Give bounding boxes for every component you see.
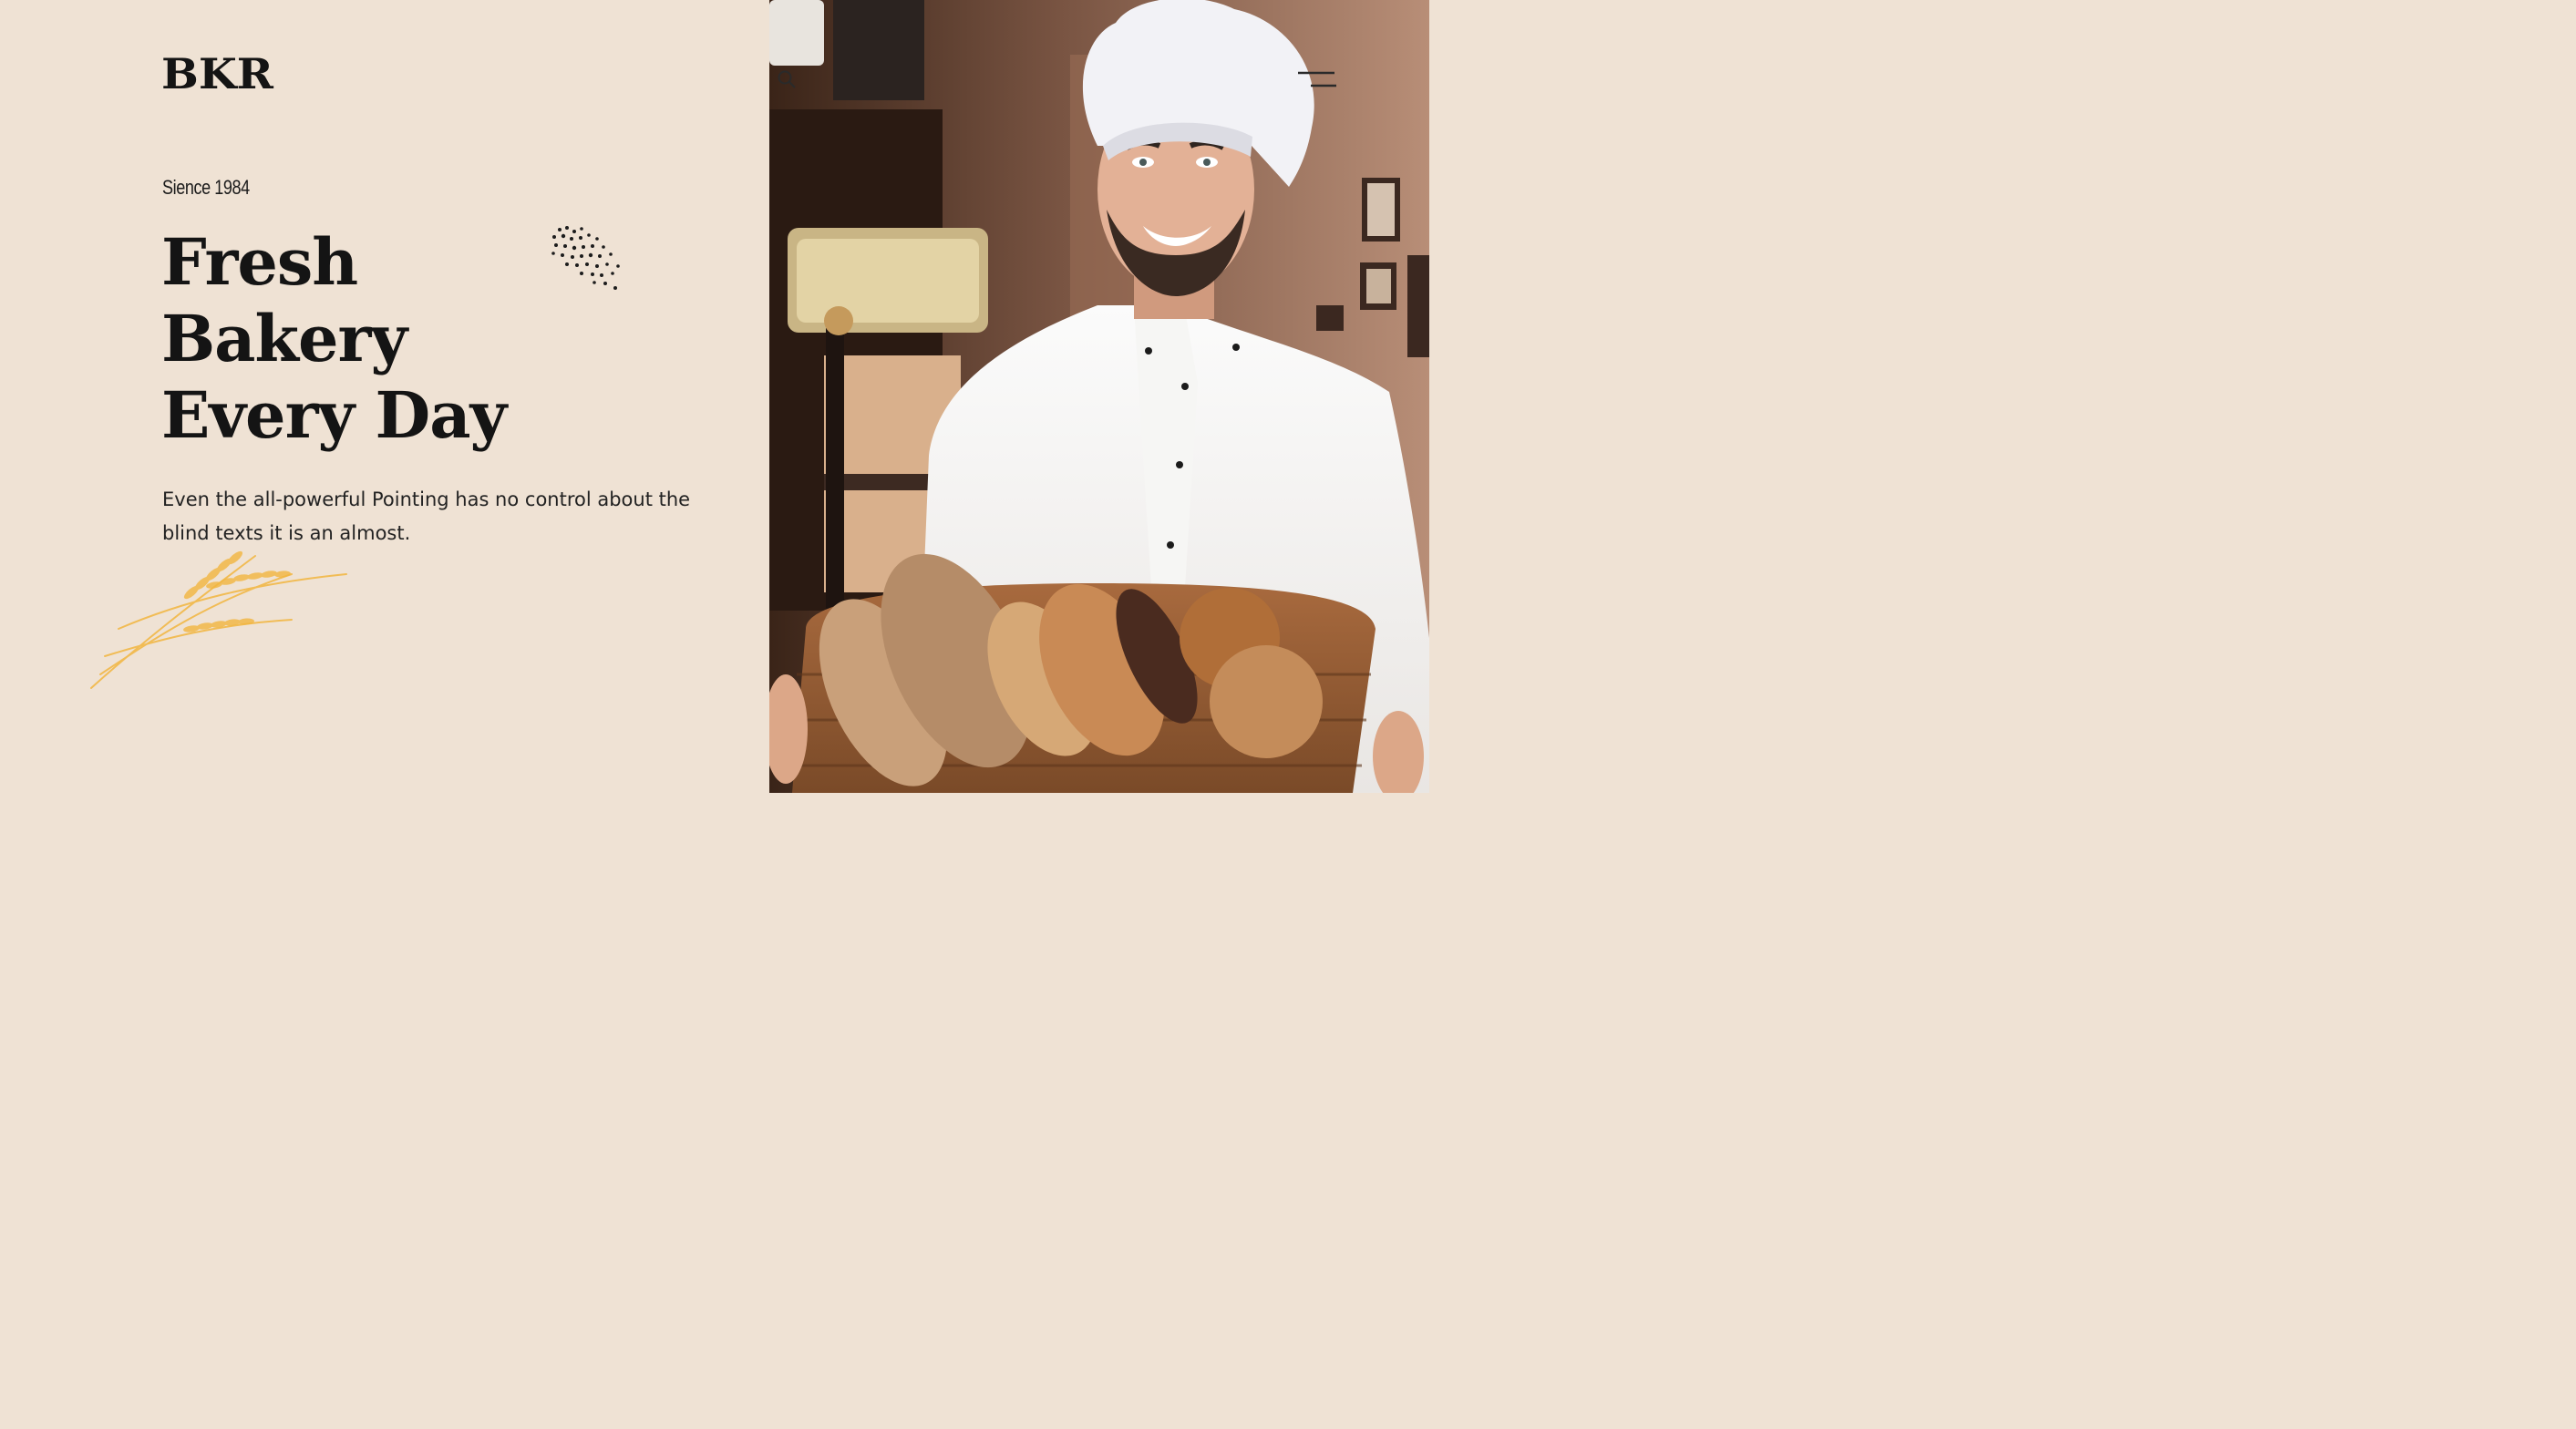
baker-photo <box>769 0 1429 793</box>
hero-headline: Fresh Bakery Every Day <box>161 224 507 454</box>
headline-line-1: Fresh <box>161 224 358 300</box>
decorative-dots-icon <box>551 226 620 290</box>
since-label: Sience 1984 <box>162 176 250 199</box>
brand-logo[interactable]: BKR <box>161 53 273 95</box>
baker-photo-illustration <box>769 0 1429 793</box>
hamburger-menu-icon[interactable] <box>1298 71 1338 89</box>
headline-line-2: Bakery <box>161 301 407 376</box>
search-icon[interactable] <box>777 69 797 89</box>
hero-left-panel: BKR Sience 1984 Fresh Bakery Every Day E… <box>0 0 769 793</box>
headline-line-3: Every Day <box>161 377 507 453</box>
hero-description: Even the all-powerful Pointing has no co… <box>162 488 691 544</box>
